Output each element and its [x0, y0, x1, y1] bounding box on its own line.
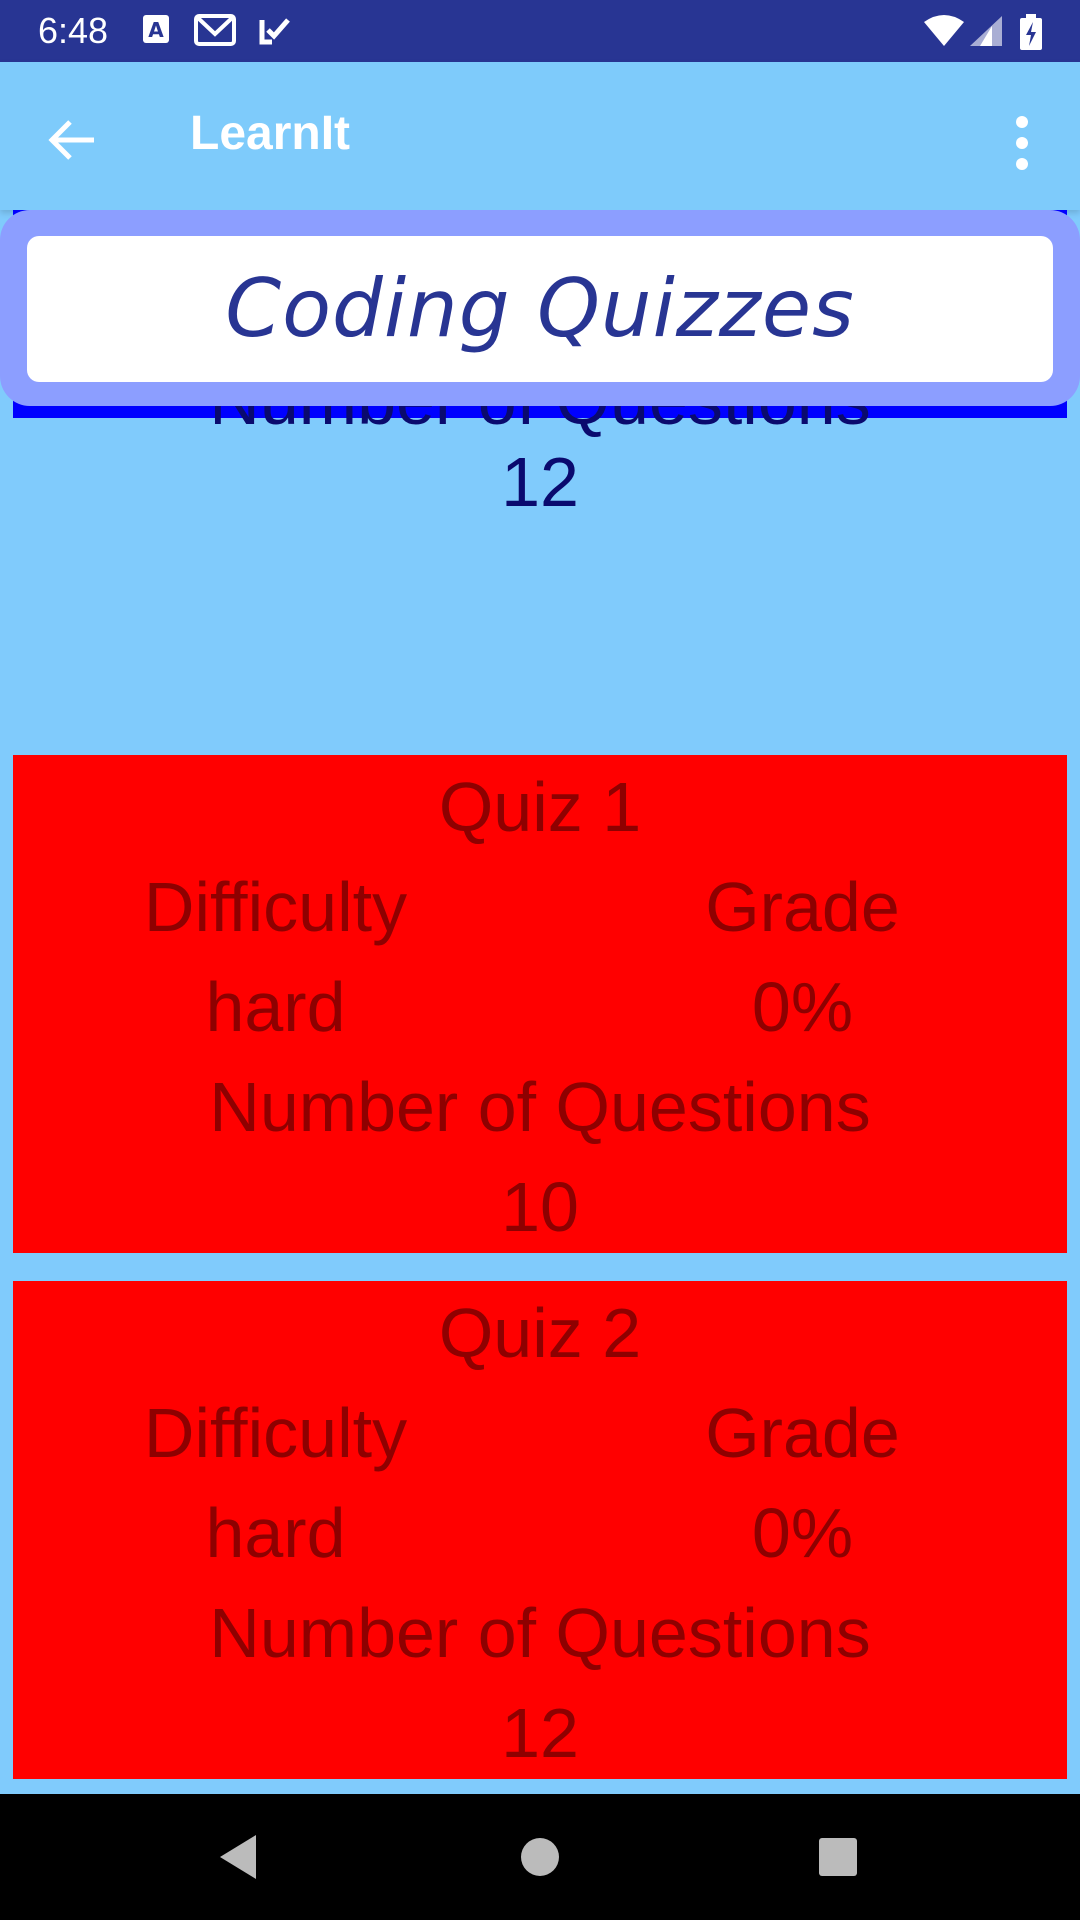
nav-back-button[interactable]: [210, 1827, 270, 1887]
grade-value: 0%: [751, 1494, 854, 1572]
recents-square-icon: [819, 1838, 857, 1876]
status-time: 6:48: [38, 10, 109, 51]
quiz-list[interactable]: medium 0% Number of Questions 12 Quiz 1 …: [0, 210, 1080, 1794]
app-bar: LearnIt: [0, 62, 1080, 210]
difficulty-label: Difficulty: [143, 1394, 408, 1472]
svg-text:A: A: [148, 18, 164, 42]
a-letter-icon: A: [142, 14, 172, 50]
quiz-card[interactable]: Quiz 2 Difficulty Grade hard 0% Number o…: [13, 1281, 1067, 1779]
questions-label: Number of Questions: [209, 1594, 871, 1672]
header-card: Coding Quizzes: [27, 236, 1053, 382]
quiz-title: Quiz 2: [438, 1294, 642, 1372]
wifi-icon: [922, 14, 966, 52]
questions-label: Number of Questions: [209, 1068, 871, 1146]
grade-label: Grade: [705, 1394, 900, 1472]
questions-count: 12: [501, 1694, 579, 1772]
status-bar: 6:48 A: [0, 0, 1080, 62]
more-vert-icon: [1016, 116, 1028, 170]
nav-recents-button[interactable]: [808, 1827, 868, 1887]
nav-home-button[interactable]: [510, 1827, 570, 1887]
arrow-left-icon: [48, 120, 94, 160]
quiz-title: Quiz 1: [438, 768, 642, 846]
grade-label: Grade: [705, 868, 900, 946]
questions-count: 10: [501, 1168, 579, 1246]
difficulty-value: hard: [205, 1494, 346, 1572]
grade-value: 0%: [751, 968, 854, 1046]
difficulty-value: hard: [205, 968, 346, 1046]
more-options-button[interactable]: [1000, 108, 1050, 178]
battery-charging-icon: [1018, 14, 1044, 56]
quiz-card[interactable]: Quiz 1 Difficulty Grade hard 0% Number o…: [13, 755, 1067, 1253]
navigation-bar: [0, 1794, 1080, 1920]
app-title: LearnIt: [190, 107, 351, 160]
header-banner: Coding Quizzes: [0, 210, 1080, 406]
back-triangle-icon: [220, 1835, 256, 1879]
gmail-icon: [194, 14, 236, 50]
questions-count: 12: [501, 443, 579, 521]
difficulty-label: Difficulty: [143, 868, 408, 946]
signal-icon: [968, 14, 1004, 52]
check-icon: [258, 14, 292, 50]
back-button[interactable]: [44, 110, 104, 170]
home-circle-icon: [521, 1838, 559, 1876]
page-title: Coding Quizzes: [225, 262, 855, 355]
